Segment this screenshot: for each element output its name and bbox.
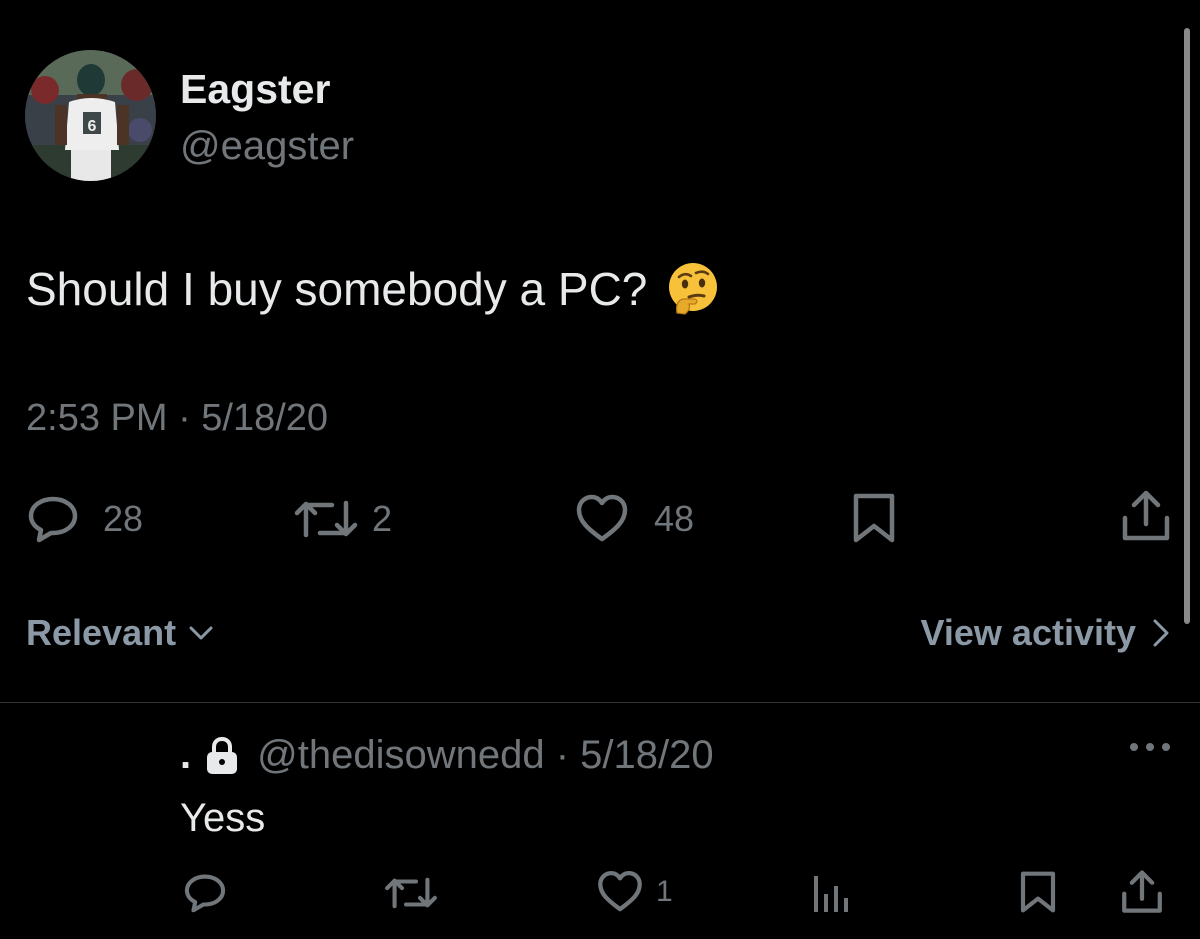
- more-options-button[interactable]: [1128, 740, 1172, 759]
- reply-display-name[interactable]: .: [180, 733, 191, 778]
- thinking-face-emoji-icon: [669, 263, 718, 315]
- display-name[interactable]: Eagster: [180, 66, 330, 113]
- reply-like-button[interactable]: 1: [596, 868, 673, 916]
- view-activity-label: View activity: [920, 612, 1136, 653]
- bookmark-icon: [853, 493, 895, 543]
- reply-views-button[interactable]: [810, 872, 850, 914]
- chevron-right-icon: [1153, 619, 1169, 647]
- reply-bookmark-button[interactable]: [1018, 870, 1058, 914]
- reply-share-button[interactable]: [1120, 868, 1164, 916]
- tweet-text-content: Should I buy somebody a PC?: [26, 263, 648, 315]
- avatar[interactable]: 6: [25, 50, 156, 181]
- reply-retweet-button[interactable]: [384, 870, 438, 916]
- heart-icon: [598, 871, 642, 912]
- sort-dropdown[interactable]: Relevant: [26, 612, 214, 654]
- tweet-text: Should I buy somebody a PC?: [26, 261, 721, 317]
- bookmark-button[interactable]: [850, 492, 898, 544]
- tweet-timestamp[interactable]: 2:53 PM · 5/18/20: [26, 397, 328, 440]
- bookmark-icon: [1020, 871, 1056, 913]
- share-button[interactable]: [1120, 488, 1172, 544]
- handle[interactable]: @eagster: [180, 124, 354, 169]
- view-activity-link[interactable]: View activity: [921, 612, 1170, 654]
- share-icon: [1122, 490, 1170, 541]
- reply-icon: [28, 496, 78, 543]
- analytics-icon: [814, 876, 848, 912]
- avatar-photo: 6: [25, 50, 156, 181]
- lock-icon: [207, 736, 238, 774]
- retweet-count: 2: [372, 498, 393, 539]
- reply-reply-button[interactable]: [182, 870, 228, 916]
- reply-header: . @thedisownedd · 5/18/20: [180, 733, 714, 778]
- like-button[interactable]: 48: [574, 491, 694, 547]
- retweet-button[interactable]: 2: [294, 491, 392, 547]
- chevron-down-icon: [189, 626, 213, 640]
- reply-text: Yess: [180, 796, 266, 840]
- reply-like-count: 1: [656, 875, 673, 908]
- reply-handle-date[interactable]: @thedisownedd · 5/18/20: [257, 733, 713, 778]
- reply-count: 28: [103, 498, 144, 539]
- scrollbar[interactable]: [1184, 28, 1190, 624]
- retweet-icon: [294, 500, 358, 538]
- more-icon: [1130, 743, 1170, 751]
- reply-icon: [184, 874, 226, 913]
- heart-icon: [576, 494, 628, 542]
- svg-text:6: 6: [88, 118, 97, 135]
- sort-label: Relevant: [26, 612, 177, 653]
- retweet-icon: [385, 877, 437, 909]
- reply-button[interactable]: 28: [25, 491, 143, 547]
- divider: [0, 702, 1200, 703]
- share-icon: [1122, 870, 1162, 913]
- like-count: 48: [654, 498, 695, 539]
